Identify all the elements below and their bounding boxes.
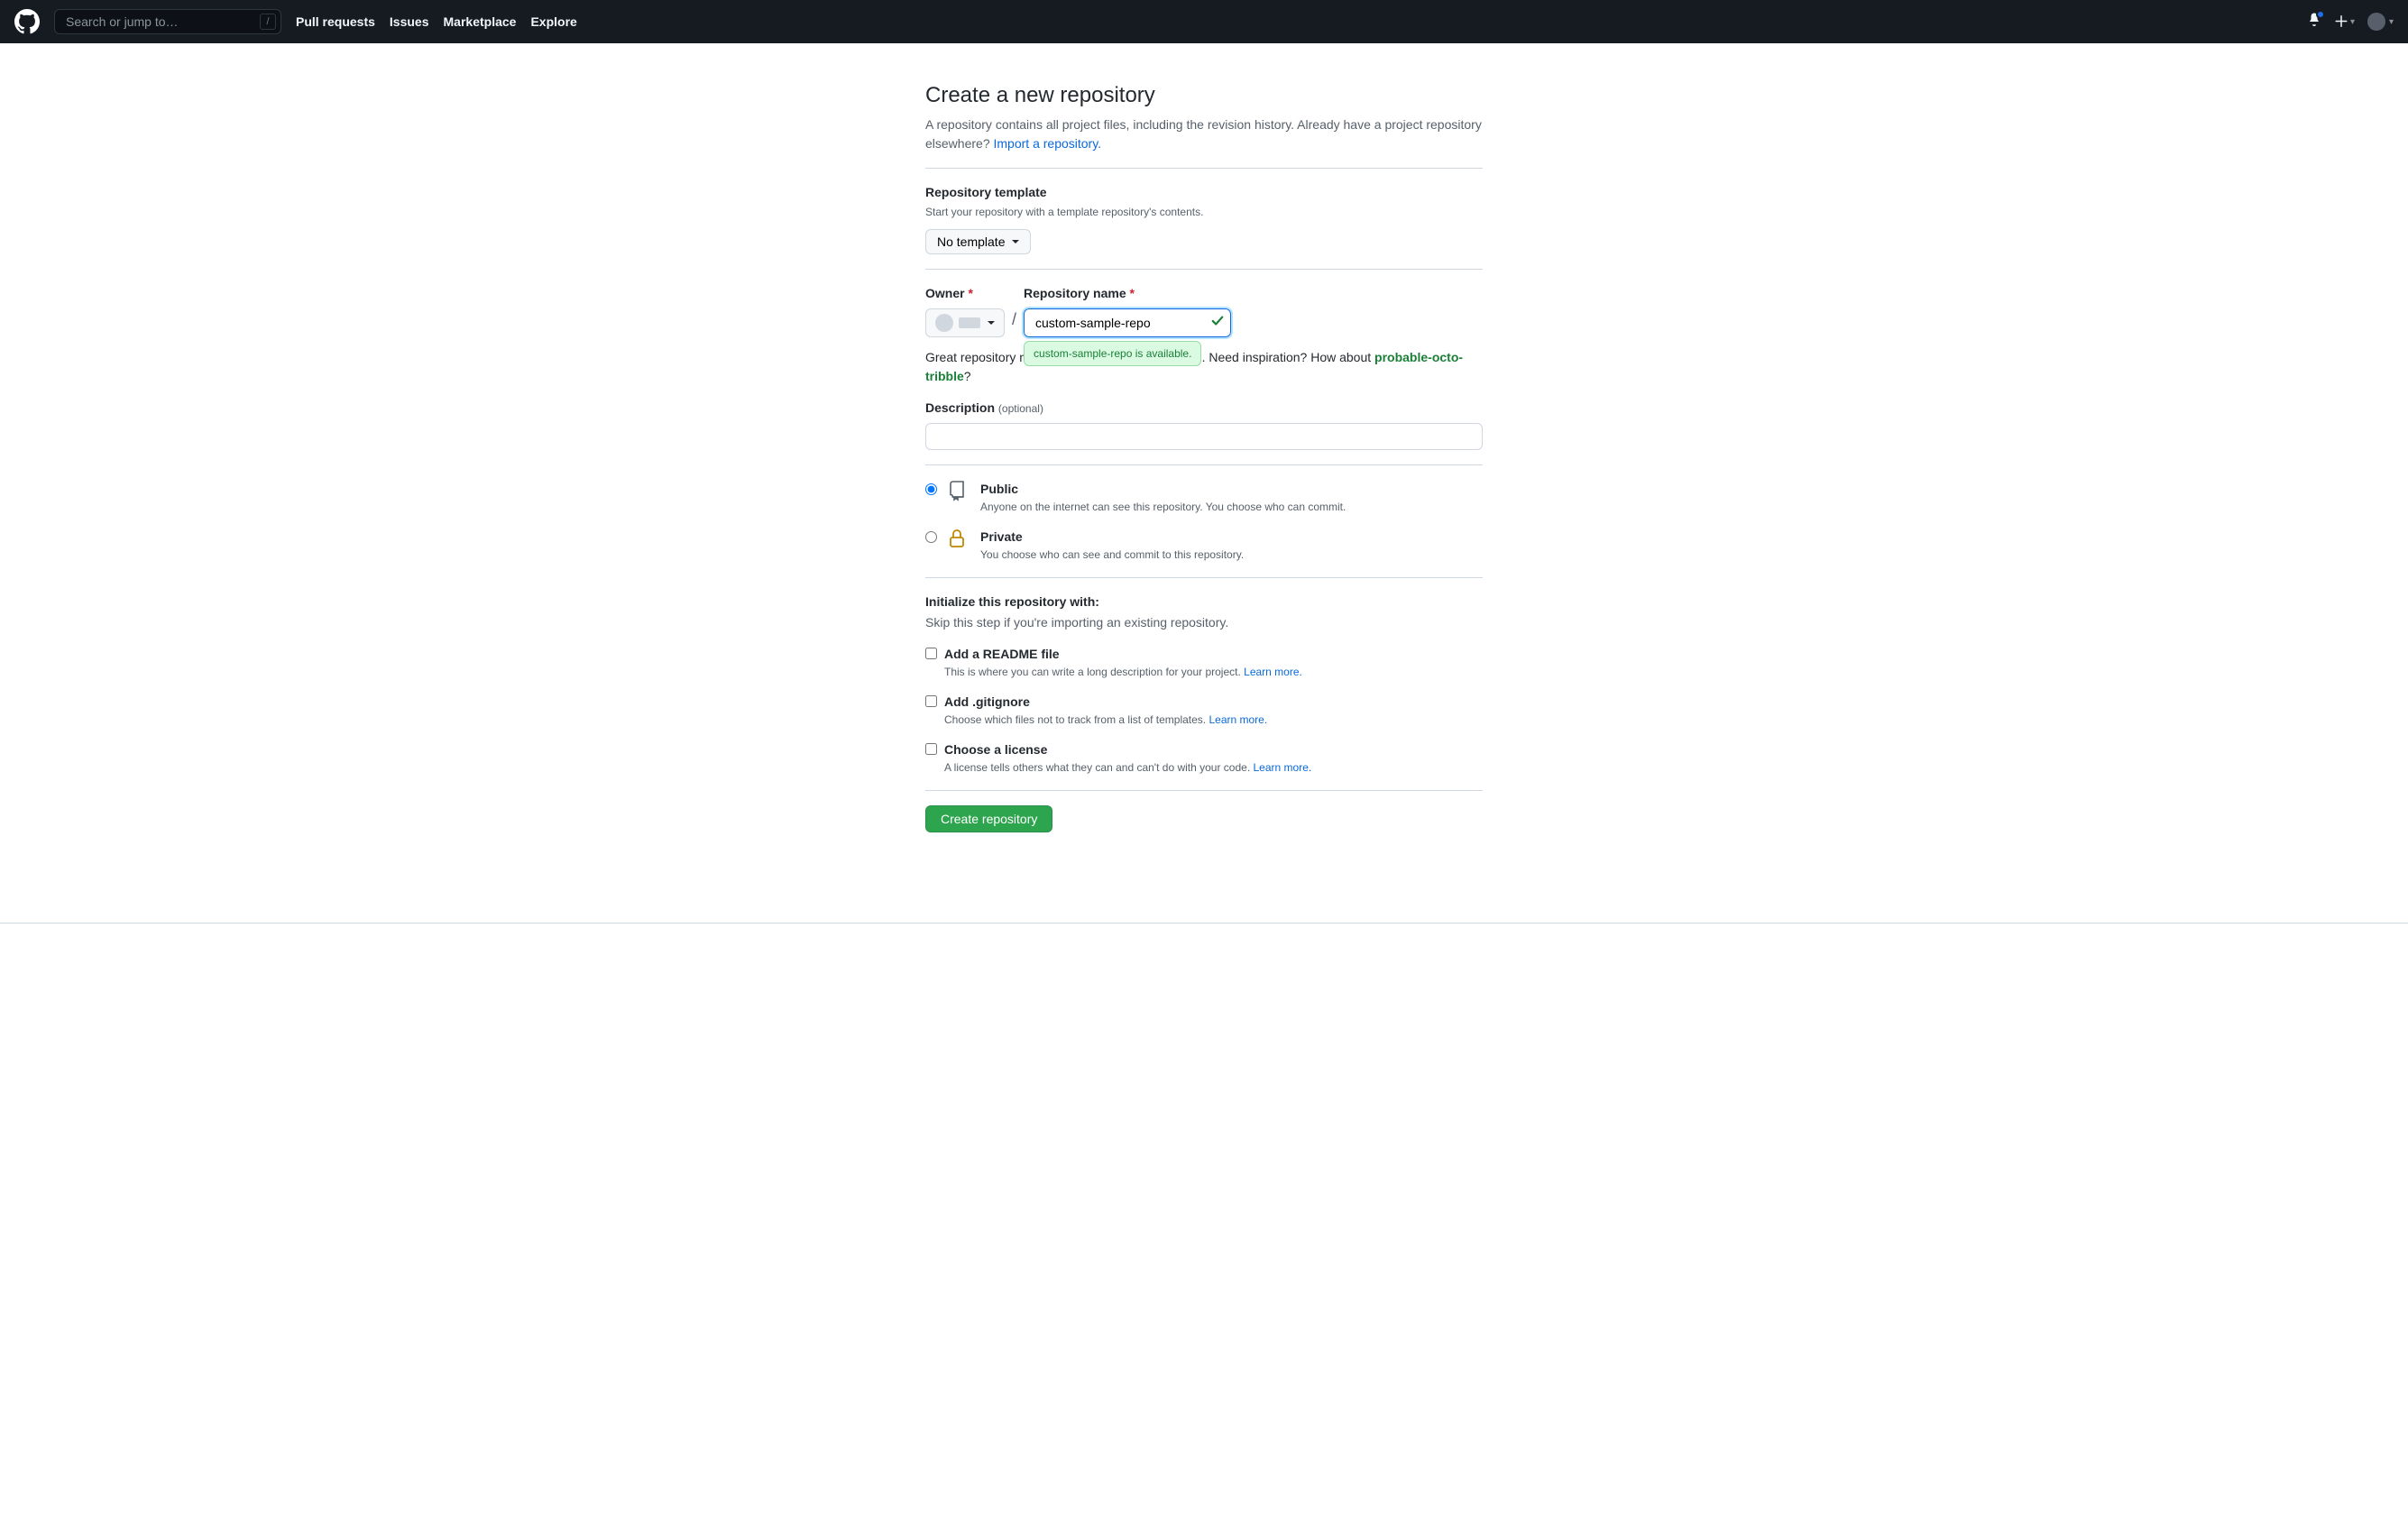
availability-tooltip: custom-sample-repo is available. [1024,341,1201,366]
separator [925,168,1483,169]
separator [925,269,1483,270]
separator [925,790,1483,791]
owner-label: Owner * [925,284,1005,303]
page-title: Create a new repository [925,79,1483,112]
create-repository-button[interactable]: Create repository [925,805,1052,832]
gitignore-learn-more[interactable]: Learn more. [1209,713,1267,726]
private-title: Private [980,528,1244,547]
visibility-public-radio[interactable] [925,483,937,495]
license-desc: A license tells others what they can and… [944,759,1311,776]
topbar: / Pull requests Issues Marketplace Explo… [0,0,2408,43]
public-desc: Anyone on the internet can see this repo… [980,499,1346,515]
separator [925,464,1483,465]
nav-pull-requests[interactable]: Pull requests [296,13,375,32]
search-input[interactable] [54,9,281,34]
nav-issues[interactable]: Issues [390,13,429,32]
repo-name-label: Repository name * [1024,284,1231,303]
readme-desc: This is where you can write a long descr… [944,664,1302,680]
main-container: Create a new repository A repository con… [911,43,1497,887]
slash-separator: / [1012,308,1016,337]
slash-hotkey-hint: / [260,14,276,30]
suggestion-line: Great repository names are short and mem… [925,348,1483,386]
add-readme-checkbox[interactable] [925,648,937,659]
search-wrap: / [54,9,281,34]
import-repository-link[interactable]: Import a repository. [994,136,1102,151]
readme-learn-more[interactable]: Learn more. [1244,666,1302,678]
notification-dot [2316,10,2325,19]
owner-name [959,317,980,328]
choose-license-checkbox[interactable] [925,743,937,755]
owner-dropdown[interactable] [925,308,1005,337]
owner-avatar [935,314,953,332]
private-desc: You choose who can see and commit to thi… [980,547,1244,563]
lock-icon [946,528,971,555]
avatar [2367,13,2385,31]
github-logo[interactable] [14,9,40,34]
public-title: Public [980,480,1346,499]
repo-icon [946,480,971,507]
license-title: Choose a license [944,740,1311,759]
template-heading: Repository template [925,183,1483,202]
license-learn-more[interactable]: Learn more. [1254,761,1312,774]
description-input[interactable] [925,423,1483,450]
notifications-button[interactable] [2307,12,2321,32]
page-subhead: A repository contains all project files,… [925,115,1483,153]
readme-title: Add a README file [944,645,1302,664]
description-optional: (optional) [998,402,1043,415]
nav-links: Pull requests Issues Marketplace Explore [296,13,577,32]
init-sub: Skip this step if you're importing an ex… [925,613,1483,632]
user-menu-dropdown[interactable]: ▾ [2367,13,2394,31]
template-sub: Start your repository with a template re… [925,204,1483,220]
separator [925,577,1483,578]
init-heading: Initialize this repository with: [925,593,1483,611]
footer-separator [0,923,2408,924]
create-new-dropdown[interactable]: ▾ [2334,14,2355,29]
repository-name-input[interactable] [1024,308,1231,337]
gitignore-desc: Choose which files not to track from a l… [944,712,1267,728]
nav-marketplace[interactable]: Marketplace [444,13,517,32]
template-dropdown[interactable]: No template [925,229,1031,254]
check-icon [1211,314,1224,333]
description-label: Description [925,400,995,415]
add-gitignore-checkbox[interactable] [925,695,937,707]
gitignore-title: Add .gitignore [944,693,1267,712]
visibility-private-radio[interactable] [925,531,937,543]
topbar-right: ▾ ▾ [2307,12,2394,32]
nav-explore[interactable]: Explore [530,13,576,32]
template-dropdown-label: No template [937,234,1005,249]
